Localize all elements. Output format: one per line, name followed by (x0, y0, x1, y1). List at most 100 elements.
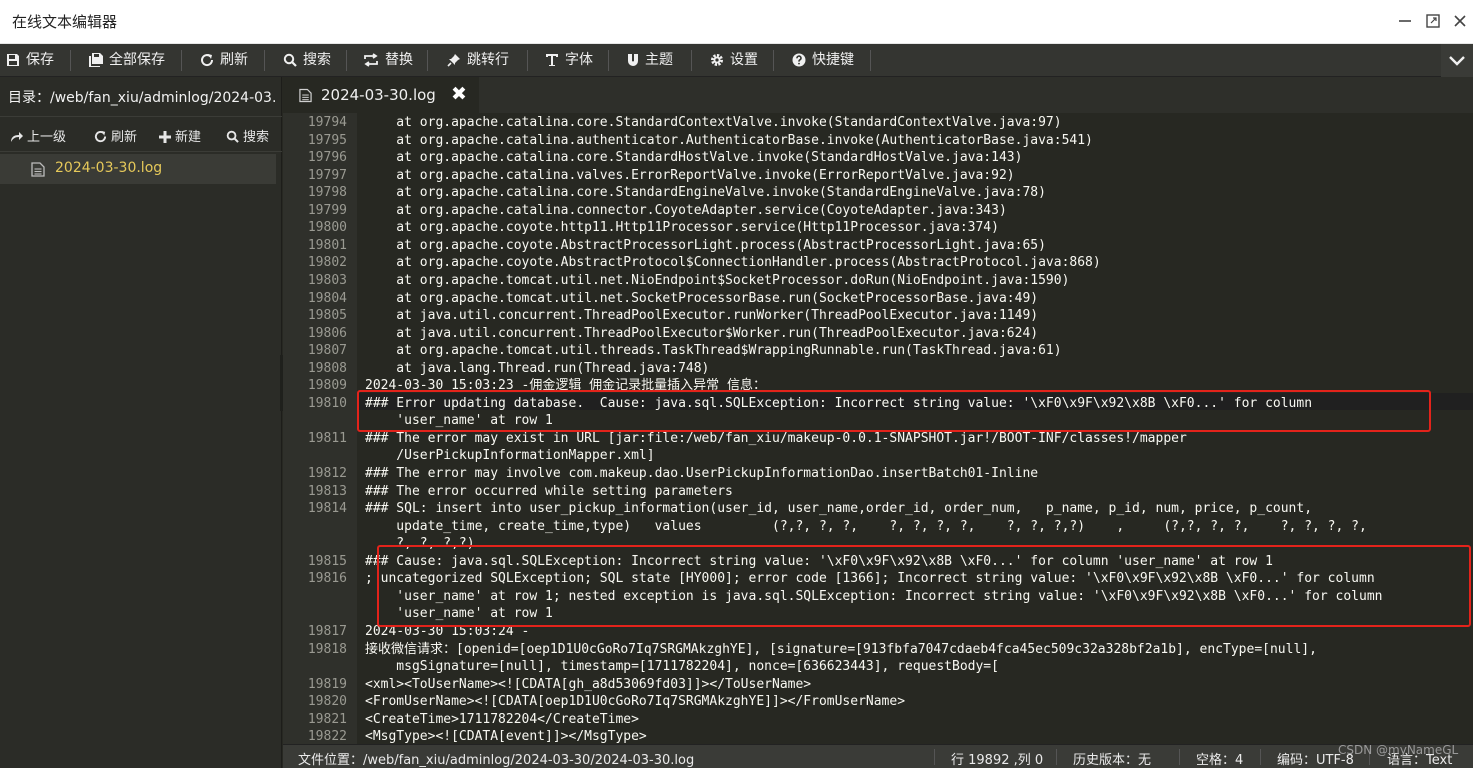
code-line[interactable]: /UserPickupInformationMapper.xml] (365, 447, 654, 464)
line-number: 19822 (307, 729, 347, 744)
save-button[interactable]: 保存 (6, 44, 54, 77)
replace-button[interactable]: 替换 (363, 44, 413, 77)
new-file-button[interactable]: 新建 (159, 126, 201, 145)
close-icon[interactable] (1451, 12, 1469, 30)
toolbar-divider (691, 50, 692, 71)
save-icon (7, 54, 19, 66)
line-number: 19817 (307, 624, 347, 639)
goto-line-button[interactable]: 跳转行 (447, 44, 509, 77)
status-bar: 文件位置：/web/fan_xiu/adminlog/2024-03-30/20… (283, 744, 1473, 768)
line-number: 19795 (307, 133, 347, 148)
sidebar-search-button[interactable]: 搜索 (226, 126, 269, 145)
code-line[interactable]: at java.lang.Thread.run(Thread.java:748) (365, 360, 709, 377)
tab-file[interactable]: 2024-03-30.log ✖ (283, 77, 479, 113)
line-number: 19803 (307, 273, 347, 288)
line-number: 19797 (307, 168, 347, 183)
code-line[interactable]: at org.apache.catalina.core.StandardHost… (365, 149, 1022, 166)
code-line[interactable]: ### SQL: insert into user_pickup_informa… (365, 500, 1312, 517)
code-line[interactable]: at java.util.concurrent.ThreadPoolExecut… (365, 325, 1038, 342)
refresh-button[interactable]: 刷新 (200, 44, 248, 77)
code-line[interactable]: at org.apache.coyote.AbstractProcessorLi… (365, 237, 1046, 254)
code-line[interactable]: ### The error may exist in URL [jar:file… (365, 430, 1187, 447)
code-editor[interactable]: 19794 at org.apache.catalina.core.Standa… (283, 113, 1473, 744)
font-button[interactable]: 字体 (545, 44, 593, 77)
file-tree-item-label: 2024-03-30.log (55, 160, 163, 176)
maximize-icon[interactable] (1424, 12, 1442, 30)
search-button[interactable]: 搜索 (283, 44, 331, 77)
line-number: 19819 (307, 677, 347, 692)
chevron-down-icon (1449, 56, 1465, 66)
code-line[interactable]: ### The error may involve com.makeup.dao… (365, 465, 1038, 482)
status-file-path: 文件位置：/web/fan_xiu/adminlog/2024-03-30/20… (298, 753, 695, 768)
status-divider (1179, 749, 1180, 765)
code-line[interactable]: at org.apache.catalina.core.StandardCont… (365, 114, 1061, 131)
theme-button[interactable]: 主题 (627, 44, 673, 77)
watermark: CSDN @myNameGL (1338, 743, 1459, 757)
refresh-icon (94, 130, 107, 143)
replace-icon (364, 53, 378, 67)
toolbar-divider (870, 50, 871, 71)
code-line[interactable]: at org.apache.catalina.connector.CoyoteA… (365, 202, 1007, 219)
toolbar-divider (427, 50, 428, 71)
line-number: 19796 (307, 150, 347, 165)
shortcuts-label: 快捷键 (812, 52, 854, 68)
window-title: 在线文本编辑器 (12, 13, 118, 31)
text-icon (546, 54, 558, 66)
save-label: 保存 (26, 52, 54, 68)
code-line[interactable]: at org.apache.tomcat.util.net.NioEndpoin… (365, 272, 1069, 289)
file-tree-item[interactable]: 2024-03-30.log (0, 154, 276, 184)
status-indent[interactable]: 空格：4 (1196, 749, 1243, 768)
line-number: 19811 (307, 431, 347, 446)
settings-button[interactable]: 设置 (710, 44, 758, 77)
code-line[interactable]: at org.apache.catalina.authenticator.Aut… (365, 132, 1093, 149)
status-divider (1260, 749, 1261, 765)
directory-path: 目录：/web/fan_xiu/adminlog/2024-03... (8, 90, 276, 106)
line-number: 19808 (307, 361, 347, 376)
code-line[interactable]: <xml><ToUserName><![CDATA[gh_a8d53069fd0… (365, 676, 811, 693)
save-all-button[interactable]: 全部保存 (89, 44, 165, 77)
code-line[interactable]: <MsgType><![CDATA[event]]></MsgType> (365, 728, 647, 744)
status-divider (1056, 749, 1057, 765)
theme-label: 主题 (645, 52, 673, 68)
code-line[interactable]: 接收微信请求：[openid=[oep1D1U0cGoRo7Iq7SRGMAkz… (365, 641, 1317, 658)
replace-label: 替换 (385, 52, 413, 68)
gear-icon (711, 54, 723, 66)
code-line[interactable]: at org.apache.coyote.http11.Http11Proces… (365, 219, 999, 236)
code-line[interactable]: <FromUserName><![CDATA[oep1D1U0cGoRo7Iq7… (365, 693, 905, 710)
code-line[interactable]: at org.apache.tomcat.util.net.SocketProc… (365, 290, 1038, 307)
line-number: 19812 (307, 466, 347, 481)
refresh-icon (201, 54, 214, 67)
window-titlebar: 在线文本编辑器 (0, 0, 1473, 44)
line-number: 19800 (307, 220, 347, 235)
tab-close-icon[interactable]: ✖ (451, 83, 467, 105)
code-line[interactable]: at org.apache.coyote.AbstractProtocol$Co… (365, 254, 1100, 271)
toolbar-divider (181, 50, 182, 71)
line-number: 19813 (307, 484, 347, 499)
line-number: 19802 (307, 255, 347, 270)
line-number: 19794 (307, 115, 347, 130)
code-line[interactable]: ### The error occurred while setting par… (365, 483, 733, 500)
refresh-label: 刷新 (220, 52, 248, 68)
up-level-button[interactable]: 上一级 (10, 126, 66, 145)
code-line[interactable]: at org.apache.catalina.valves.ErrorRepor… (365, 167, 1014, 184)
code-line[interactable]: at java.util.concurrent.ThreadPoolExecut… (365, 307, 1038, 324)
sidebar-search-label: 搜索 (243, 130, 270, 145)
code-line[interactable]: update_time, create_time,type) values (?… (365, 518, 1367, 535)
code-line[interactable]: at org.apache.tomcat.util.threads.TaskTh… (365, 342, 1061, 359)
code-line[interactable]: at org.apache.catalina.core.StandardEngi… (365, 184, 1046, 201)
line-number: 19806 (307, 326, 347, 341)
toolbar-divider (346, 50, 347, 71)
font-label: 字体 (565, 52, 593, 68)
sidebar-refresh-button[interactable]: 刷新 (94, 126, 137, 145)
line-number: 19801 (307, 238, 347, 253)
code-line[interactable]: msgSignature=[null], timestamp=[17117822… (365, 658, 999, 675)
shortcuts-button[interactable]: 快捷键 (792, 44, 854, 77)
status-history[interactable]: 历史版本：无 (1073, 749, 1151, 768)
toolbar-divider (70, 50, 71, 71)
up-level-label: 上一级 (27, 130, 67, 145)
line-number: 19821 (307, 712, 347, 727)
minimize-icon[interactable] (1396, 12, 1414, 30)
code-line[interactable]: <CreateTime>1711782204</CreateTime> (365, 711, 639, 728)
toolbar-more-button[interactable] (1441, 44, 1473, 77)
save-all-icon (89, 53, 103, 67)
